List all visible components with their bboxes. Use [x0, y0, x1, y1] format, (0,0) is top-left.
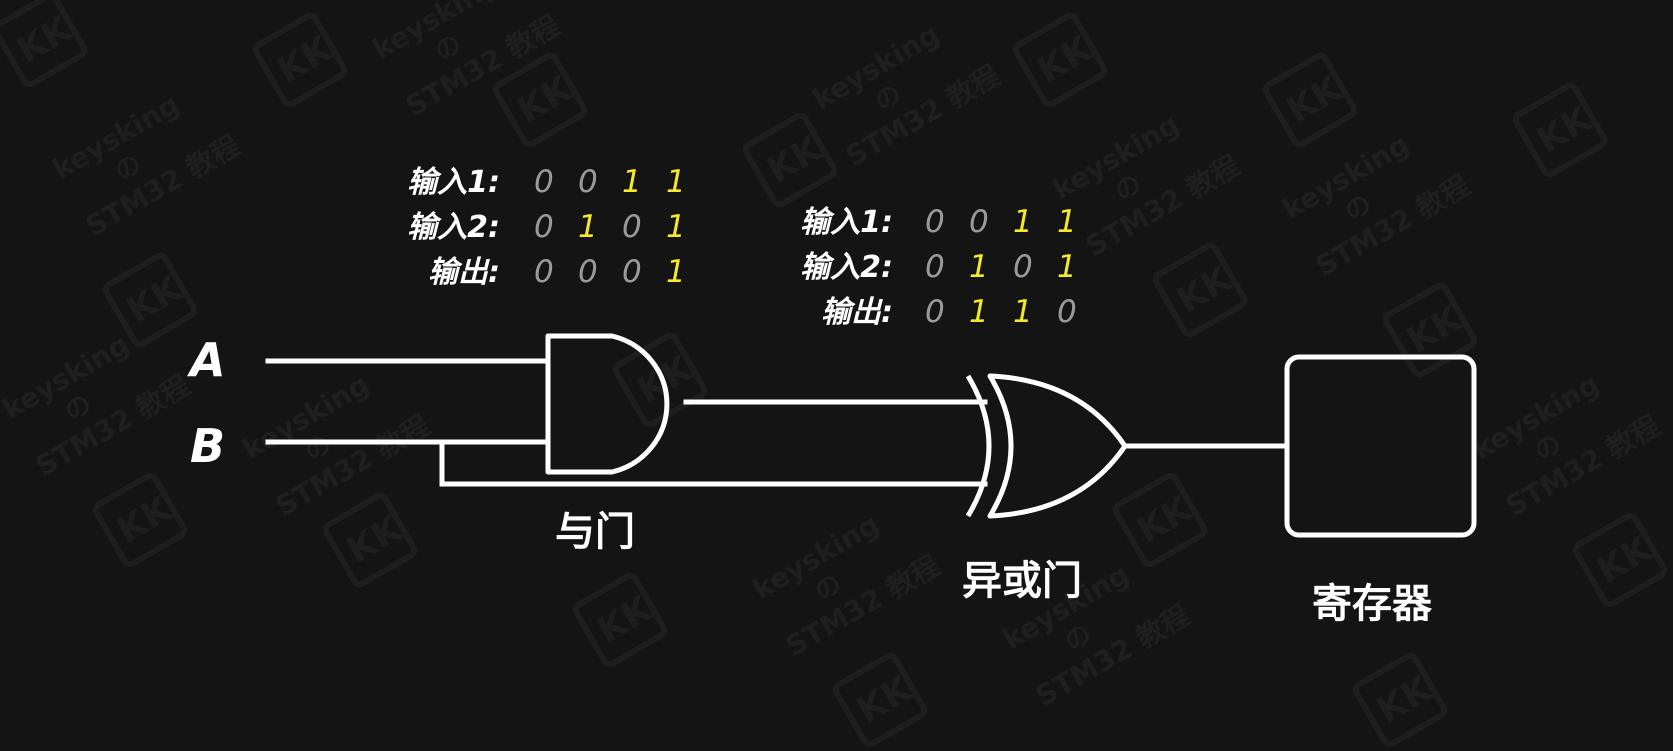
logic-circuit-diagram: KK keysking の STM32 教程 KK KK KK KK KK KK… [0, 0, 1668, 748]
truth-table-row-label: 输入1: [800, 205, 893, 240]
watermark-text-block: keysking の STM32 教程 [47, 87, 245, 243]
xor-gate-caption: 异或门 [962, 558, 1082, 604]
truth-table-value: 1 [578, 209, 598, 245]
watermark-tile: KK [1512, 82, 1608, 178]
watermark-tile: KK [1012, 12, 1108, 108]
watermark-tile: KK [252, 12, 348, 108]
watermark-tile: KK [1262, 52, 1358, 148]
and-gate-truth-table: 输入1: 0 0 1 1输入2: 0 1 0 1输出: 0 0 0 1 [407, 164, 686, 290]
xor-gate-body [987, 373, 1128, 519]
truth-table-row-label: 输出: [428, 255, 500, 290]
truth-table-value: 0 [578, 164, 598, 200]
register-box [1284, 354, 1477, 538]
watermark-pattern: KK KK KK KK KK KK KK KK KK KK KK KK KK K… [0, 0, 1668, 748]
watermark-tile: KK [742, 112, 838, 208]
truth-table-value: 1 [666, 209, 686, 245]
truth-table-value: 1 [666, 254, 686, 290]
wire-b-branch-to-xor [439, 439, 988, 487]
truth-table-value: 1 [1057, 204, 1077, 240]
watermark-tile: KK [832, 652, 928, 748]
watermark-text-block: keysking の STM32 教程 [747, 507, 945, 663]
watermark-tile: KK [1352, 652, 1448, 748]
truth-table-row-label: 输入2: [407, 210, 500, 245]
truth-table-value: 0 [925, 204, 945, 240]
truth-table-value: 1 [1013, 294, 1033, 330]
watermark-tile: KK [92, 472, 188, 568]
diagram-canvas: KK keysking の STM32 教程 KK KK KK KK KK KK… [0, 0, 1673, 751]
watermark-tile: KK [572, 572, 668, 668]
truth-table-row-label: 输入1: [407, 165, 500, 200]
xor-gate-truth-table: 输入1: 0 0 1 1输入2: 0 1 0 1输出: 0 1 1 0 [800, 204, 1077, 330]
truth-table-row-label: 输入2: [800, 250, 893, 285]
watermark-text-block: keysking の STM32 教程 [0, 327, 195, 483]
watermark-tile: KK [0, 0, 88, 88]
xor-gate-input-curve [965, 374, 992, 518]
watermark-text-block: keysking の STM32 教程 [1467, 367, 1665, 523]
input-label-b: B [190, 419, 225, 473]
watermark-tile: KK [1572, 512, 1668, 608]
truth-table-value: 0 [925, 294, 945, 330]
truth-table-value: 1 [1057, 249, 1077, 285]
truth-table-value: 0 [1057, 294, 1077, 330]
truth-table-value: 0 [969, 204, 989, 240]
truth-table-value: 0 [534, 254, 554, 290]
truth-table-value: 1 [969, 294, 989, 330]
watermark-text-block: keysking の STM32 教程 [237, 367, 435, 523]
watermark-tile: KK [1112, 472, 1208, 568]
truth-table-value: 0 [534, 209, 554, 245]
truth-table-value: 0 [622, 209, 642, 245]
truth-table-value: 1 [666, 164, 686, 200]
truth-table-value: 0 [534, 164, 554, 200]
watermark-text-block: keysking の STM32 教程 [807, 17, 1005, 173]
watermark-text-block: keysking の STM32 教程 [1277, 127, 1475, 283]
xor-gate-symbol [965, 373, 1128, 519]
watermark-tile: KK [1152, 242, 1248, 338]
watermark-tile: KK [1382, 282, 1478, 378]
watermark-tile: KK [322, 492, 418, 588]
truth-table-value: 1 [1013, 204, 1033, 240]
input-label-a: A [187, 333, 226, 387]
and-gate-caption: 与门 [555, 509, 635, 555]
truth-table-row-label: 输出: [821, 295, 893, 330]
watermark-text-block: keysking の STM32 教程 [1047, 107, 1245, 263]
truth-table-value: 0 [578, 254, 598, 290]
truth-table-value: 1 [622, 164, 642, 200]
truth-table-value: 0 [1013, 249, 1033, 285]
truth-table-value: 0 [925, 249, 945, 285]
truth-table-value: 0 [622, 254, 642, 290]
register-caption: 寄存器 [1312, 581, 1433, 627]
truth-table-value: 1 [969, 249, 989, 285]
